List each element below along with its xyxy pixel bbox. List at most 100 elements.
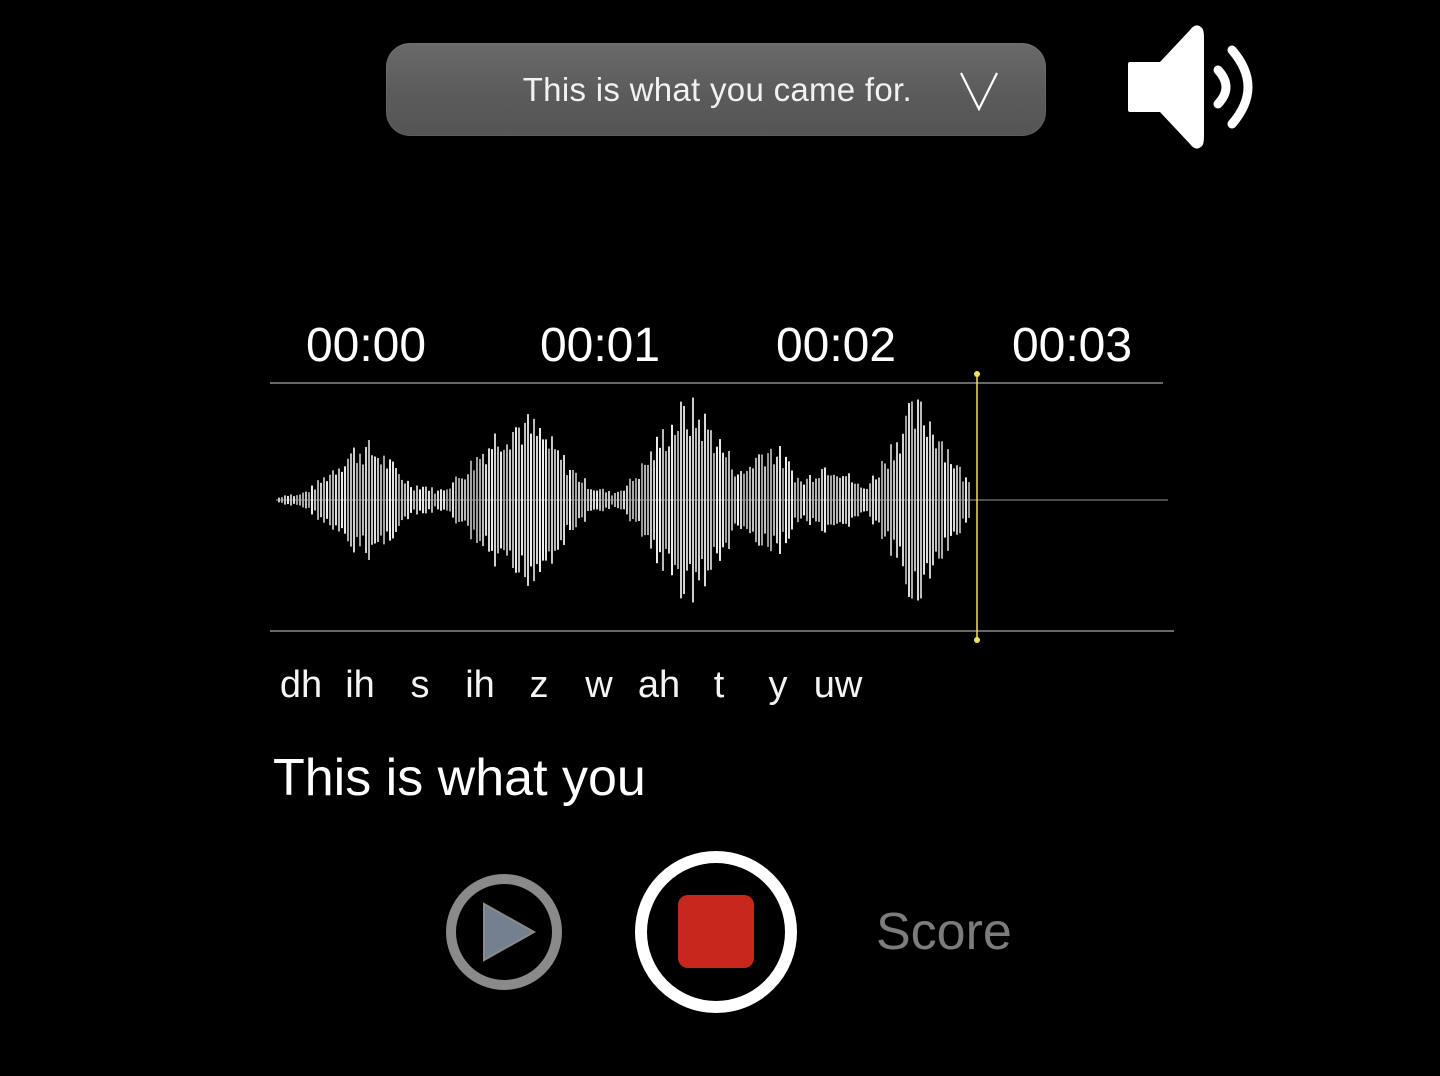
waveform-bar: [308, 492, 310, 508]
waveform-bar: [725, 457, 727, 543]
waveform-bar: [941, 441, 943, 559]
waveform-bar: [566, 475, 568, 525]
waveform-bar: [761, 454, 763, 546]
score-button[interactable]: Score: [876, 902, 1012, 962]
waveform-bar: [863, 488, 865, 512]
playhead-top-handle: [974, 371, 980, 377]
waveform-bar: [896, 442, 898, 558]
waveform-bar: [902, 433, 904, 567]
waveform-bar: [365, 447, 367, 553]
phoneme-label: dh: [279, 664, 323, 706]
waveform-bar: [497, 446, 499, 554]
waveform-bar: [548, 448, 550, 552]
time-label: 00:03: [1011, 319, 1133, 372]
phrase-selector[interactable]: This is what you came for.: [386, 43, 1046, 136]
waveform-bar: [788, 461, 790, 539]
waveform-bar: [443, 490, 445, 510]
waveform-bar: [314, 489, 316, 511]
waveform-bar: [806, 478, 808, 522]
waveform-bar: [572, 469, 574, 531]
waveform-bar: [620, 490, 622, 510]
waveform-bar: [338, 468, 340, 532]
waveform-bar: [824, 467, 826, 533]
phoneme-label: w: [585, 664, 613, 706]
waveform-bar: [821, 469, 823, 531]
waveform-bar: [515, 427, 517, 573]
waveform-bar: [911, 401, 913, 599]
play-button[interactable]: [444, 872, 564, 992]
waveform-bar: [965, 477, 967, 523]
waveform-bar: [851, 482, 853, 518]
transcript-text: This is what you: [273, 749, 646, 807]
waveform-bar: [425, 486, 427, 514]
waveform-bar: [836, 476, 838, 524]
waveform-bar: [281, 497, 283, 503]
waveform-bar: [587, 489, 589, 511]
waveform-bar: [929, 421, 931, 579]
waveform-bar: [845, 476, 847, 524]
waveform-bar: [800, 481, 802, 519]
waveform-bar: [359, 453, 361, 547]
waveform-bar: [770, 448, 772, 552]
waveform-bar: [839, 477, 841, 523]
stop-record-button[interactable]: [633, 849, 799, 1015]
waveform-bar: [680, 401, 682, 599]
waveform-view[interactable]: [268, 370, 1176, 646]
waveform-bar: [659, 447, 661, 553]
waveform-bar: [632, 480, 634, 520]
phoneme-label: ih: [465, 664, 495, 706]
waveform-bar: [779, 446, 781, 554]
waveform-bar: [389, 459, 391, 541]
waveform-bar: [518, 427, 520, 573]
waveform-bar: [461, 478, 463, 522]
waveform-bar: [860, 487, 862, 513]
play-icon: [483, 902, 537, 962]
waveform-bar: [848, 473, 850, 527]
speaker-volume-icon[interactable]: [1124, 20, 1272, 154]
waveform-bar: [641, 463, 643, 537]
waveform-bar: [743, 473, 745, 527]
waveform-bar: [716, 446, 718, 554]
waveform-bar: [440, 489, 442, 511]
waveform-bar: [842, 476, 844, 524]
waveform-bar: [356, 463, 358, 537]
waveform-bar: [914, 428, 916, 572]
waveform-bar: [887, 468, 889, 532]
waveform-bar: [623, 490, 625, 510]
waveform-bar: [500, 451, 502, 549]
waveform-bar: [380, 464, 382, 536]
phoneme-label: uw: [813, 664, 863, 706]
phoneme-label: s: [410, 664, 430, 706]
waveform-bar: [278, 497, 280, 503]
waveform-bar: [917, 399, 919, 601]
waveform-bar: [464, 479, 466, 521]
waveform-bars: [278, 397, 970, 603]
waveform-bar: [377, 457, 379, 543]
waveform-bar: [695, 428, 697, 572]
waveform-bar: [686, 429, 688, 571]
waveform-bar: [302, 492, 304, 508]
waveform-bar: [611, 495, 613, 505]
waveform-bar: [683, 405, 685, 595]
waveform-bar: [689, 436, 691, 564]
waveform-bar: [293, 496, 295, 504]
waveform-bar: [749, 466, 751, 534]
waveform-bar: [476, 457, 478, 543]
waveform-bar: [422, 486, 424, 514]
waveform-bar: [539, 427, 541, 573]
waveform-bar: [803, 484, 805, 516]
waveform-bar: [893, 460, 895, 540]
chevron-down-icon[interactable]: [959, 71, 999, 111]
waveform-bar: [650, 451, 652, 549]
waveform-bar: [605, 492, 607, 508]
waveform-bar: [719, 439, 721, 561]
waveform-bar: [722, 452, 724, 548]
waveform-bar: [752, 468, 754, 532]
waveform-bar: [881, 461, 883, 539]
waveform-bar: [320, 482, 322, 518]
waveform-bar: [332, 470, 334, 530]
waveform-bar: [401, 479, 403, 521]
waveform-bar: [740, 471, 742, 529]
waveform-bar: [755, 457, 757, 543]
waveform-bar: [956, 465, 958, 535]
